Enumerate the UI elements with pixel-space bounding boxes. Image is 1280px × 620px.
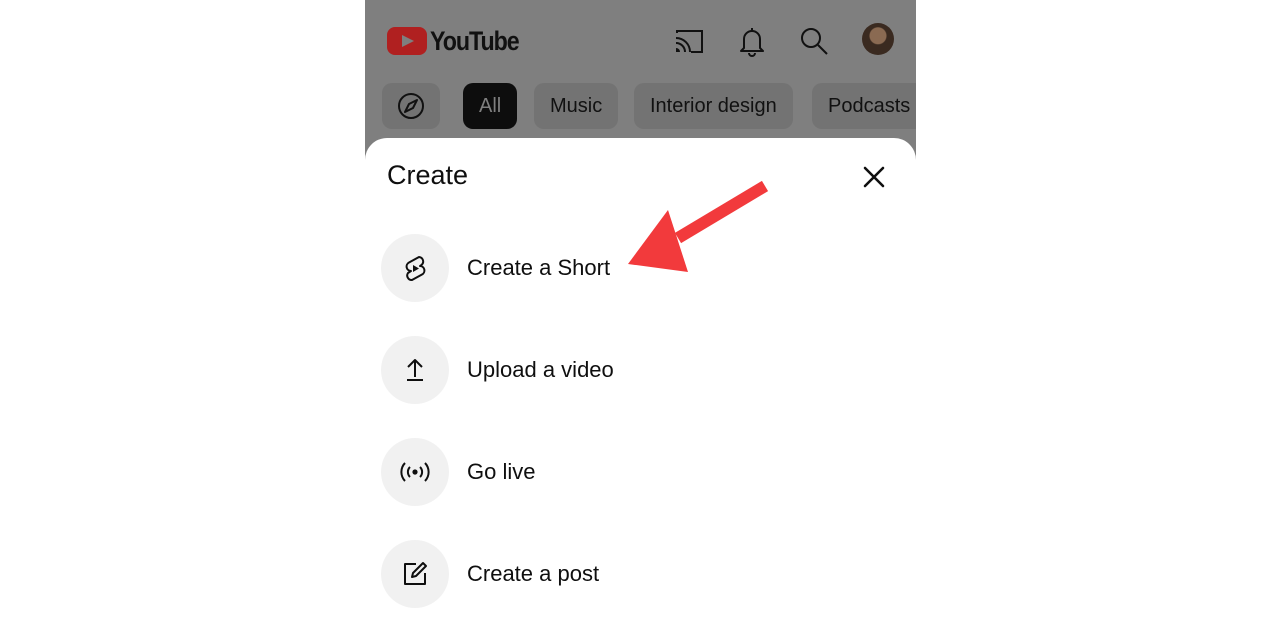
shorts-icon	[405, 256, 426, 281]
upload-icon	[407, 359, 423, 381]
option-label: Create a post	[467, 561, 600, 586]
edit-post-icon	[404, 562, 427, 585]
notifications-bell-icon[interactable]	[735, 24, 769, 58]
red-arrow-annotation	[628, 180, 769, 272]
cast-icon[interactable]	[672, 24, 706, 58]
phone-screen: YouTube All Music Interior design Podcas…	[365, 0, 916, 620]
search-icon[interactable]	[797, 24, 831, 58]
option-icon-circle	[381, 336, 449, 404]
chip-interior-design[interactable]: Interior design	[634, 83, 793, 129]
explore-compass-icon	[398, 93, 424, 119]
logo-text: YouTube	[430, 25, 520, 56]
option-icon-circle	[381, 438, 449, 506]
option-create-post[interactable]: Create a post	[381, 540, 781, 608]
option-icon-circle	[381, 234, 449, 302]
youtube-play-icon	[387, 27, 427, 55]
option-icon-circle	[381, 540, 449, 608]
chip-explore[interactable]	[382, 83, 440, 129]
close-icon[interactable]	[859, 162, 889, 192]
option-label: Create a Short	[467, 255, 611, 280]
youtube-logo[interactable]: YouTube	[387, 24, 533, 58]
avatar[interactable]	[862, 23, 894, 55]
chip-podcasts[interactable]: Podcasts	[812, 83, 916, 129]
option-go-live[interactable]: Go live	[381, 438, 781, 506]
chip-music[interactable]: Music	[534, 83, 619, 129]
option-upload-video[interactable]: Upload a video	[381, 336, 781, 404]
option-label: Go live	[467, 459, 536, 484]
dimmed-header: YouTube All Music Interior design Podcas…	[365, 0, 916, 160]
chip-all[interactable]: All	[463, 83, 518, 129]
sheet-title: Create	[387, 160, 469, 190]
live-broadcast-icon	[400, 462, 430, 482]
option-label: Upload a video	[467, 357, 614, 382]
